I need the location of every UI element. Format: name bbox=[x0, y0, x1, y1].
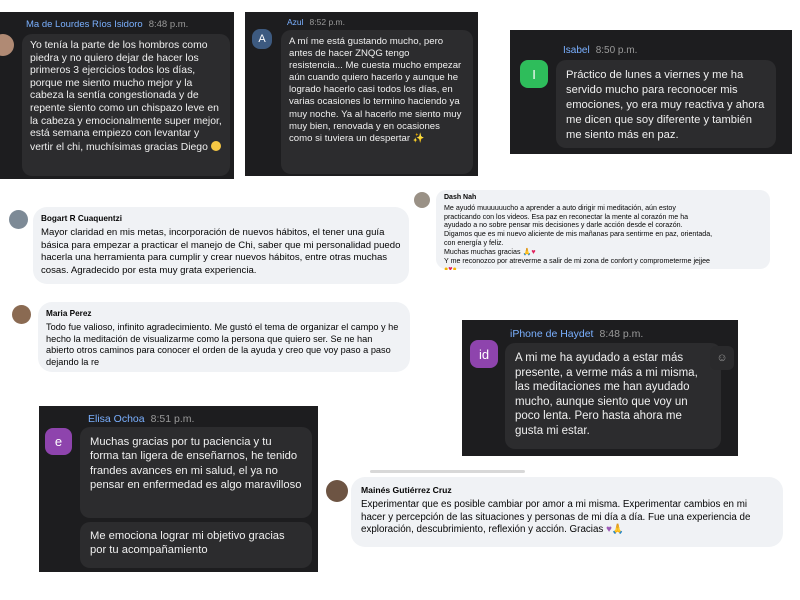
avatar-letter: e bbox=[54, 434, 63, 449]
avatar bbox=[0, 34, 14, 56]
message-text: A mi me ha ayudado a estar más presente,… bbox=[515, 352, 698, 437]
message-time: 8:48 p.m. bbox=[599, 328, 644, 340]
message-text: Me emociona lograr mi objetivo gracias p… bbox=[90, 530, 285, 557]
sender-header: Ma de Lourdes Ríos Isidoro 8:48 p.m. bbox=[26, 19, 188, 30]
sender-name: Azul bbox=[287, 17, 304, 27]
message-line: Digamos que es mi nuevo aliciente de mis… bbox=[444, 230, 713, 239]
sender-name: Ma de Lourdes Ríos Isidoro bbox=[26, 19, 143, 30]
message-bubble: Muchas gracias por tu paciencia y tu for… bbox=[80, 427, 312, 518]
message-line: ayudado a no sobre pensar mis decisiones… bbox=[444, 221, 683, 230]
sender-header: Azul 8:52 p.m. bbox=[287, 17, 345, 27]
message-time: 8:51 p.m. bbox=[150, 413, 195, 425]
message-bubble: Dash Nah Me ayudó muuuuuucho a aprender … bbox=[436, 190, 770, 270]
sender-name: Maria Perez bbox=[46, 309, 92, 318]
avatar: e bbox=[45, 428, 72, 455]
message-card-elisa: e Elisa Ochoa 8:51 p.m. Muchas gracias po… bbox=[39, 406, 318, 572]
sender-header: Elisa Ochoa 8:51 p.m. bbox=[88, 413, 194, 425]
avatar-letter: A bbox=[258, 33, 266, 45]
message-text: Yo tenía la parte de los hombros como pi… bbox=[30, 40, 222, 153]
hands-icon: 🙏 bbox=[611, 524, 625, 536]
avatar: id bbox=[470, 340, 498, 368]
sparkles-icon: ✨ bbox=[412, 132, 425, 144]
sender-name: Mainés Gutiérrez Cruz bbox=[361, 485, 452, 495]
reaction-icon[interactable]: ☺ bbox=[710, 346, 734, 370]
message-bubble: Práctico de lunes a viernes y me ha serv… bbox=[556, 60, 776, 148]
sender-header: iPhone de Haydet 8:48 p.m. bbox=[510, 328, 643, 340]
sender-header: Isabel 8:50 p.m. bbox=[563, 45, 637, 56]
message-card-dash: Dash Nah Me ayudó muuuuuucho a aprender … bbox=[410, 190, 770, 270]
avatar bbox=[414, 192, 430, 208]
message-card-maines: Mainés Gutiérrez Cruz Experimentar que e… bbox=[325, 468, 785, 550]
smile-icon bbox=[210, 140, 221, 151]
sender-name: Isabel bbox=[563, 45, 590, 56]
avatar-letter: I bbox=[532, 66, 536, 82]
hands-icon: 🙏 bbox=[522, 247, 532, 256]
message-line: Y me reconozco por atreverme a salir de … bbox=[444, 256, 711, 265]
message-bubble: A mi me ha ayudado a estar más presente,… bbox=[505, 343, 721, 449]
message-text: Todo fue valioso, infinito agradecimient… bbox=[46, 321, 399, 368]
message-card-isabel: I Isabel 8:50 p.m. Práctico de lunes a vi… bbox=[510, 30, 792, 154]
sender-name: Dash Nah bbox=[444, 194, 477, 201]
message-bubble: Bogart R Cuaquentzi Mayor claridad en mi… bbox=[33, 207, 409, 284]
message-line: con energía y feliz. bbox=[444, 238, 504, 247]
message-bubble: Yo tenía la parte de los hombros como pi… bbox=[22, 34, 230, 176]
message-bubble: A mí me está gustando mucho, pero antes … bbox=[281, 30, 473, 174]
avatar bbox=[326, 480, 348, 502]
reaction-emojis: ●♥● bbox=[444, 265, 762, 270]
avatar: A bbox=[252, 29, 272, 49]
sender-name: Elisa Ochoa bbox=[88, 413, 145, 425]
avatar: I bbox=[520, 60, 548, 88]
message-text: Mayor claridad en mis metas, incorporaci… bbox=[41, 227, 401, 276]
avatar-letter: id bbox=[478, 346, 490, 362]
message-text: A mí me está gustando mucho, pero antes … bbox=[289, 36, 462, 144]
divider bbox=[370, 470, 525, 473]
message-bubble: Maria Perez Todo fue valioso, infinito a… bbox=[38, 302, 410, 372]
message-text: Experimentar que es posible cambiar por … bbox=[361, 498, 751, 536]
heart-icon: ♥ bbox=[531, 247, 536, 256]
message-card-maria: Maria Perez Todo fue valioso, infinito a… bbox=[10, 302, 412, 374]
avatar bbox=[9, 210, 28, 229]
sender-name: Bogart R Cuaquentzi bbox=[41, 214, 122, 223]
message-time: 8:52 p.m. bbox=[309, 17, 345, 27]
message-bubble: Mainés Gutiérrez Cruz Experimentar que e… bbox=[351, 477, 783, 547]
smile-icon: ● bbox=[452, 265, 457, 270]
message-text: Muchas gracias por tu paciencia y tu for… bbox=[90, 436, 302, 492]
message-line: practicando con los videos. Esa paz en r… bbox=[444, 212, 689, 221]
sender-name: iPhone de Haydet bbox=[510, 328, 594, 340]
message-line: Me ayudó muuuuuucho a aprender a auto di… bbox=[444, 203, 676, 212]
message-card-lourdes: Ma de Lourdes Ríos Isidoro 8:48 p.m. Yo t… bbox=[0, 12, 234, 179]
message-card-bogart: Bogart R Cuaquentzi Mayor claridad en mi… bbox=[5, 206, 410, 288]
message-time: 8:48 p.m. bbox=[148, 19, 189, 30]
message-time: 8:50 p.m. bbox=[595, 45, 638, 56]
message-text: Práctico de lunes a viernes y me ha serv… bbox=[566, 69, 765, 141]
message-card-azul: A Azul 8:52 p.m. A mí me está gustando mu… bbox=[245, 12, 478, 176]
message-card-haydet: id iPhone de Haydet 8:48 p.m. A mi me ha … bbox=[462, 320, 738, 456]
avatar bbox=[12, 305, 31, 324]
message-line: Muchas muchas gracias bbox=[444, 247, 521, 256]
message-bubble: Me emociona lograr mi objetivo gracias p… bbox=[80, 522, 312, 568]
message-line-thanks: Muchas muchas gracias 🙏♥ bbox=[444, 248, 762, 257]
